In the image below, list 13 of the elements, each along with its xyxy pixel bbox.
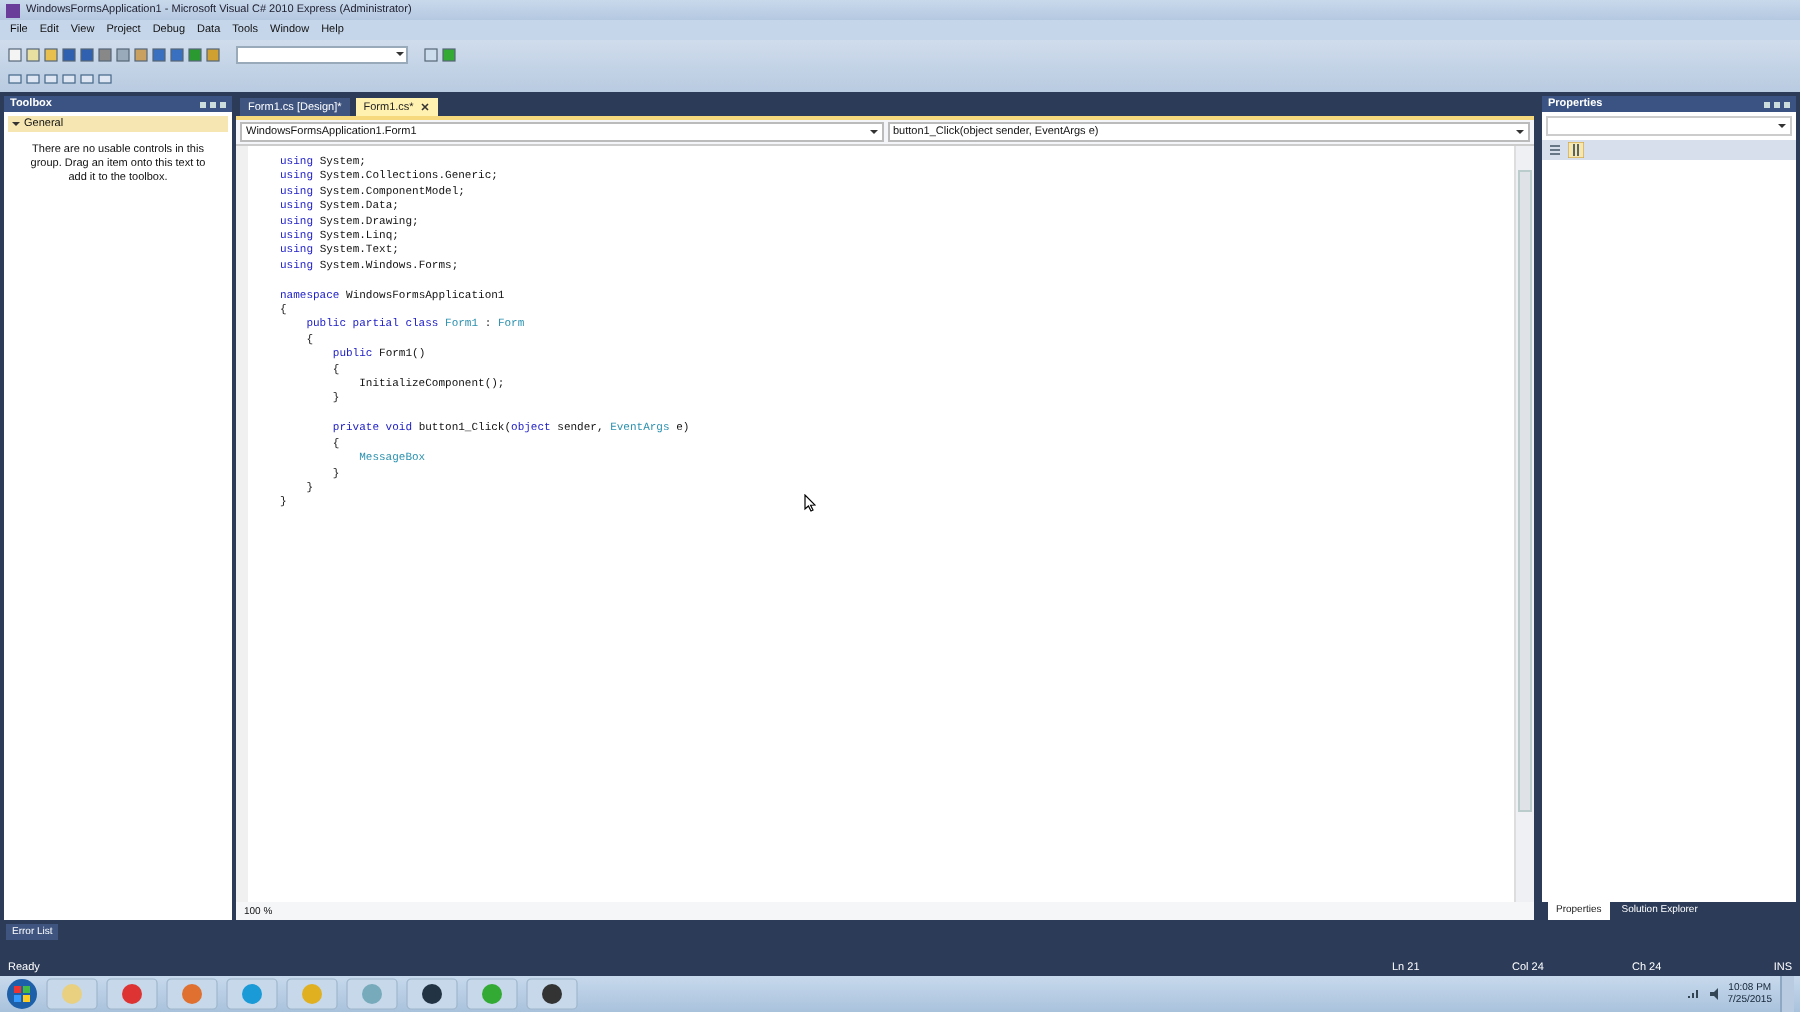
panel-buttons-icon[interactable] [1764, 101, 1790, 107]
mouse-pointer-icon [804, 494, 816, 512]
show-desktop-button[interactable] [1780, 976, 1794, 1012]
solution-config-combo[interactable] [236, 46, 408, 64]
close-icon[interactable] [419, 102, 430, 112]
categorized-icon[interactable] [1548, 143, 1562, 157]
start-button[interactable] [6, 978, 38, 1010]
network-icon[interactable] [1685, 988, 1702, 1000]
vertical-scrollbar[interactable] [1514, 146, 1534, 902]
volume-icon[interactable] [1709, 988, 1720, 1000]
app-icon [6, 3, 20, 17]
alphabetical-icon[interactable] [1568, 142, 1584, 158]
panel-buttons-icon[interactable] [200, 101, 226, 107]
